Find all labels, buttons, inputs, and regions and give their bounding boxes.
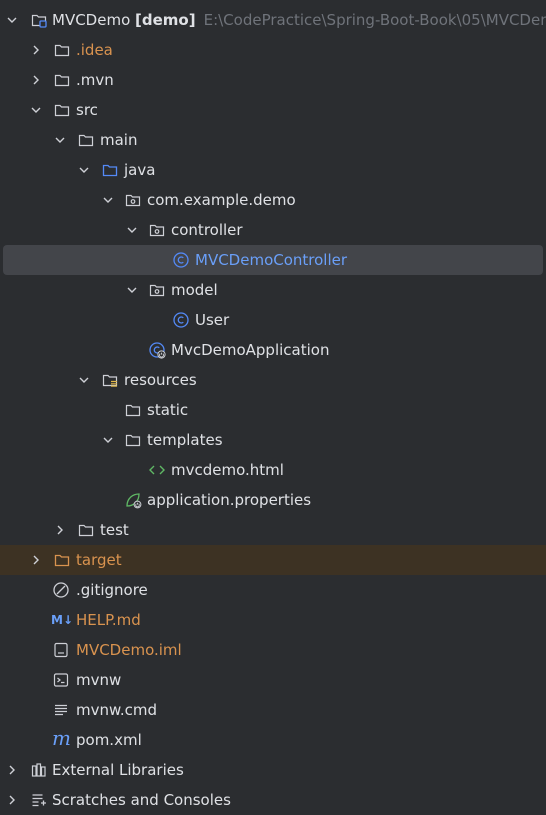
source-folder-icon [102,162,118,178]
tree-label-templates: templates [147,431,223,449]
tree-row-mvn[interactable]: .mvn [0,65,546,95]
chevron-right-icon[interactable] [30,554,42,566]
tree-row-user-class[interactable]: User [0,305,546,335]
package-icon [149,222,165,238]
tree-label-app-class: MvcDemoApplication [171,341,330,359]
tree-label-pom: pom.xml [76,731,142,749]
chevron-right-icon[interactable] [54,524,66,536]
library-icon [31,762,47,778]
tree-row-package[interactable]: com.example.demo [0,185,546,215]
class-icon [173,312,189,328]
tree-row-properties-file[interactable]: application.properties [0,485,546,515]
tree-row-target[interactable]: target [0,545,546,575]
chevron-down-icon[interactable] [126,284,138,296]
folder-icon [78,522,94,538]
root-project-name: MVCDemo [52,11,131,29]
chevron-down-icon[interactable] [102,194,114,206]
root-module-name: [demo] [135,11,196,29]
chevron-right-icon[interactable] [30,74,42,86]
resources-folder-icon [102,372,118,388]
chevron-right-icon[interactable] [6,794,18,806]
tree-row-root[interactable]: MVCDemo [demo] E:\CodePractice\Spring-Boo… [0,5,546,35]
tree-label-scratches: Scratches and Consoles [52,791,231,809]
tree-label-mvnw-cmd: mvnw.cmd [76,701,158,719]
tree-row-pom[interactable]: m pom.xml [0,725,546,755]
chevron-right-icon[interactable] [30,44,42,56]
chevron-down-icon[interactable] [102,434,114,446]
tree-row-controller-class[interactable]: MVCDemoController [3,245,543,275]
tree-row-src[interactable]: src [0,95,546,125]
chevron-down-icon[interactable] [30,104,42,116]
chevron-down-icon[interactable] [78,164,90,176]
tree-row-resources[interactable]: resources [0,365,546,395]
tree-label-gitignore: .gitignore [76,581,148,599]
tree-row-scratches[interactable]: Scratches and Consoles [0,785,546,815]
tree-row-controller[interactable]: controller [0,215,546,245]
tree-label-mvn: .mvn [76,71,114,89]
tree-row-idea[interactable]: .idea [0,35,546,65]
tree-row-help[interactable]: M↓ HELP.md [0,605,546,635]
tree-label-external-libraries: External Libraries [52,761,184,779]
tree-row-templates[interactable]: templates [0,425,546,455]
folder-icon [125,432,141,448]
folder-icon [54,42,70,58]
tree-label-html-file: mvcdemo.html [171,461,284,479]
tree-label-src: src [76,101,98,119]
chevron-down-icon[interactable] [126,224,138,236]
tree-label-properties-file: application.properties [147,491,312,509]
html-file-icon [149,462,165,478]
maven-icon: m [52,726,71,750]
runnable-class-icon [149,342,166,359]
class-icon [173,252,189,268]
spring-properties-icon [125,492,142,509]
tree-label-main: main [100,131,138,149]
tree-row-mvnw[interactable]: mvnw [0,665,546,695]
module-file-icon [53,642,69,658]
tree-row-model[interactable]: model [0,275,546,305]
tree-row-external-libraries[interactable]: External Libraries [0,755,546,785]
chevron-down-icon[interactable] [6,14,18,26]
tree-label-test: test [100,521,129,539]
tree-label-java: java [124,161,156,179]
tree-row-java[interactable]: java [0,155,546,185]
folder-icon [54,72,70,88]
shell-script-icon [53,672,69,688]
tree-label-package: com.example.demo [147,191,296,209]
folder-icon [78,132,94,148]
tree-label-controller: controller [171,221,243,239]
tree-label-model: model [171,281,218,299]
folder-icon [54,102,70,118]
package-icon [149,282,165,298]
tree-row-iml[interactable]: MVCDemo.iml [0,635,546,665]
folder-icon [125,402,141,418]
root-project-path: E:\CodePractice\Spring-Boot-Book\05\MVCD… [203,11,546,29]
excluded-folder-icon [54,552,70,568]
scratches-icon [31,792,47,808]
text-file-icon [53,702,69,718]
markdown-file-icon: M↓ [51,613,73,627]
tree-row-html-file[interactable]: mvcdemo.html [0,455,546,485]
tree-label-controller-class: MVCDemoController [195,251,348,269]
module-folder-icon [31,12,47,28]
tree-row-app-class[interactable]: MvcDemoApplication [0,335,546,365]
tree-label-static: static [147,401,189,419]
tree-label-mvnw: mvnw [76,671,122,689]
ignore-file-icon [53,582,69,598]
tree-row-static[interactable]: static [0,395,546,425]
tree-row-gitignore[interactable]: .gitignore [0,575,546,605]
tree-label-resources: resources [124,371,197,389]
tree-label-target: target [76,551,122,569]
chevron-down-icon[interactable] [78,374,90,386]
tree-label-help: HELP.md [76,611,141,629]
tree-label-idea: .idea [76,41,113,59]
package-icon [125,192,141,208]
tree-row-main[interactable]: main [0,125,546,155]
tree-row-mvnw-cmd[interactable]: mvnw.cmd [0,695,546,725]
project-tree: MVCDemo [demo] E:\CodePractice\Spring-Boo… [0,5,546,815]
chevron-down-icon[interactable] [54,134,66,146]
tree-row-test[interactable]: test [0,515,546,545]
tree-label-user-class: User [195,311,230,329]
tree-label-iml: MVCDemo.iml [76,641,182,659]
chevron-right-icon[interactable] [6,764,18,776]
